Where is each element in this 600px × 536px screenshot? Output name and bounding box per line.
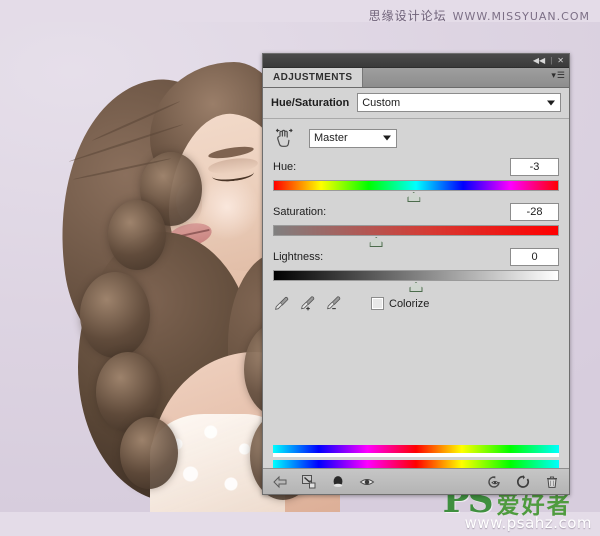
delete-adjustment-layer-icon[interactable] xyxy=(544,474,560,490)
panel-body: Master Hue: -3 Saturation: -28 Lightness… xyxy=(263,119,569,468)
saturation-slider-thumb[interactable] xyxy=(369,237,383,247)
black-white-preset-icon[interactable] xyxy=(330,474,346,490)
hamburger-icon: ☰ xyxy=(556,70,565,80)
lightness-slider-block: Lightness: 0 xyxy=(273,248,559,292)
colorize-control[interactable]: Colorize xyxy=(371,297,429,310)
return-to-adjustment-list-icon[interactable] xyxy=(272,474,288,490)
colorize-checkbox[interactable] xyxy=(371,297,384,310)
channel-dropdown[interactable]: Master xyxy=(309,128,397,148)
panel-tab-strip: ADJUSTMENTS ▾ ☰ xyxy=(263,68,569,88)
logo-url: www.psahz.com xyxy=(464,514,592,532)
watermark-url: WWW.MISSYUAN.COM xyxy=(452,10,590,23)
reset-adjustment-icon[interactable] xyxy=(515,474,531,490)
hair-curl xyxy=(120,417,178,489)
adjustment-title: Hue/Saturation xyxy=(271,96,350,109)
eyedropper-sample-icon[interactable] xyxy=(273,295,290,312)
collapse-double-arrow-icon[interactable]: ◀◀ xyxy=(533,56,545,65)
eyedropper-row: Colorize xyxy=(273,295,559,312)
hue-slider-block: Hue: -3 xyxy=(273,158,559,202)
spectrum-bar-result[interactable] xyxy=(273,460,559,468)
panel-titlebar[interactable]: ◀◀ | ✕ xyxy=(263,54,569,68)
lightness-label: Lightness: xyxy=(273,251,324,263)
on-image-adjustment-hand-icon[interactable] xyxy=(273,127,295,149)
chevron-down-icon xyxy=(547,100,555,105)
spectrum-gap xyxy=(273,453,559,457)
channel-value: Master xyxy=(314,132,348,144)
saturation-label: Saturation: xyxy=(273,206,327,218)
watermark-chinese-text: 思缘设计论坛 xyxy=(368,9,447,23)
saturation-slider-track[interactable] xyxy=(273,225,559,247)
hue-value-input[interactable]: -3 xyxy=(510,158,559,176)
panel-footer-toolbar xyxy=(263,468,569,494)
adjustments-panel: ◀◀ | ✕ ADJUSTMENTS ▾ ☰ Hue/Saturation Cu… xyxy=(262,53,570,495)
spectrum-bar-source xyxy=(273,445,559,453)
colorize-label: Colorize xyxy=(389,297,430,310)
hue-label: Hue: xyxy=(273,161,297,173)
toggle-layer-visibility-icon[interactable] xyxy=(359,474,375,490)
adjustment-header-row: Hue/Saturation Custom xyxy=(263,88,569,119)
lightness-slider-thumb[interactable] xyxy=(409,282,423,292)
hair-curl xyxy=(108,200,166,270)
preset-value: Custom xyxy=(362,96,401,109)
clip-to-layer-icon[interactable] xyxy=(301,474,317,490)
chevron-down-icon: ▾ xyxy=(551,70,556,80)
titlebar-separator: | xyxy=(550,56,553,65)
eyedropper-subtract-icon[interactable] xyxy=(325,295,342,312)
hair-curl xyxy=(80,272,150,358)
chevron-down-icon xyxy=(383,135,391,141)
view-previous-state-icon[interactable] xyxy=(486,474,502,490)
hue-slider-thumb[interactable] xyxy=(407,192,421,202)
tab-adjustments[interactable]: ADJUSTMENTS xyxy=(263,68,364,87)
saturation-value-input[interactable]: -28 xyxy=(510,203,559,221)
hue-slider-track[interactable] xyxy=(273,180,559,202)
color-range-spectrum xyxy=(273,445,559,468)
preset-dropdown[interactable]: Custom xyxy=(357,93,561,112)
saturation-slider-block: Saturation: -28 xyxy=(273,203,559,247)
top-watermark: 思缘设计论坛 WWW.MISSYUAN.COM xyxy=(369,7,590,24)
close-icon[interactable]: ✕ xyxy=(557,56,564,65)
lightness-slider-track[interactable] xyxy=(273,270,559,292)
eyedropper-add-icon[interactable] xyxy=(299,295,316,312)
panel-menu-icon[interactable]: ▾ ☰ xyxy=(551,70,565,80)
lightness-value-input[interactable]: 0 xyxy=(510,248,559,266)
channel-row: Master xyxy=(273,127,559,149)
